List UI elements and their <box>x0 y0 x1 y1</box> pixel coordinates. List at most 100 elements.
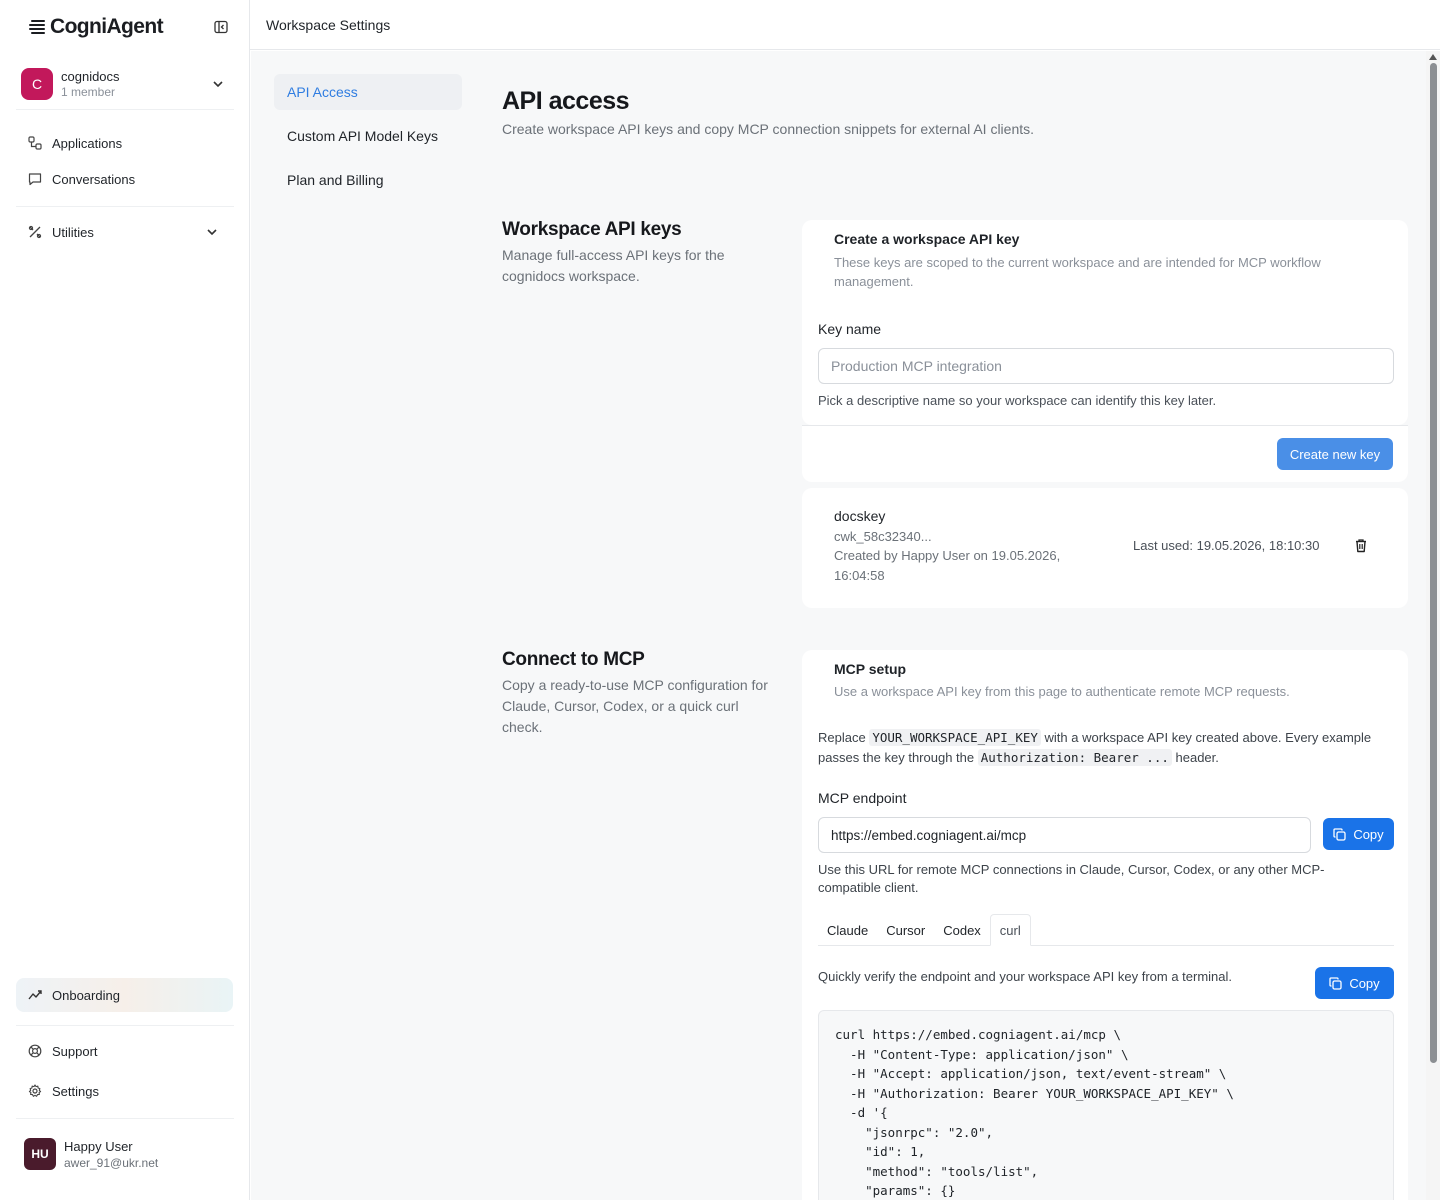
code-line: curl https://embed.cogniagent.ai/mcp \ <box>835 1027 1121 1042</box>
settings-subnav: API Access Custom API Model Keys Plan an… <box>274 74 462 206</box>
client-tabs: Claude Cursor Codex curl <box>818 914 1394 946</box>
replace-text: Replace <box>818 730 866 745</box>
tab-codex[interactable]: Codex <box>934 914 990 946</box>
main-content: API Access Custom API Model Keys Plan an… <box>251 51 1426 1200</box>
copy-icon <box>1329 976 1342 990</box>
sidebar-divider <box>16 1025 234 1026</box>
card-title: MCP setup <box>834 661 907 677</box>
logo[interactable]: CogniAgent <box>28 14 229 40</box>
tab-cursor[interactable]: Cursor <box>877 914 934 946</box>
copy-snippet-button[interactable]: Copy <box>1315 967 1394 999</box>
endpoint-hint: Use this URL for remote MCP connections … <box>818 862 1325 895</box>
mcp-setup-card: MCP setup Use a workspace API key from t… <box>802 650 1408 1200</box>
code-chip-authorization: Authorization: Bearer ... <box>977 749 1172 766</box>
scrollbar-thumb[interactable] <box>1430 63 1437 1063</box>
section-desc-api-keys: Manage full-access API keys for the cogn… <box>502 247 725 284</box>
sidebar-item-label: Conversations <box>52 171 136 187</box>
avatar: HU <box>24 1138 56 1170</box>
sidebar-item-label: Support <box>52 1043 98 1059</box>
applications-icon <box>28 136 42 150</box>
sidebar-item-label: Settings <box>52 1083 99 1099</box>
sidebar-item-support[interactable]: Support <box>16 1033 234 1069</box>
sidebar: CogniAgent C cognidocs 1 member Applicat… <box>0 0 250 1200</box>
page-title: API access <box>502 87 630 115</box>
user-name: Happy User <box>64 1138 133 1154</box>
section-title-mcp: Connect to MCP <box>502 649 645 670</box>
sidebar-item-applications[interactable]: Applications <box>16 125 234 161</box>
utilities-icon <box>28 225 42 239</box>
onboarding-button[interactable]: Onboarding <box>16 978 233 1012</box>
bottom-nav: Support Settings <box>16 1033 234 1109</box>
copy-endpoint-button[interactable]: Copy <box>1323 818 1394 850</box>
create-key-card: Create a workspace API key These keys ar… <box>802 220 1408 425</box>
sidebar-item-utilities[interactable]: Utilities <box>16 214 234 250</box>
card-desc: These keys are scoped to the current wor… <box>834 255 1321 289</box>
replace-text: header. <box>1175 750 1219 765</box>
main-scrollbar[interactable] <box>1426 51 1440 1200</box>
code-line: -H "Authorization: Bearer YOUR_WORKSPACE… <box>835 1085 1234 1101</box>
logo-text: CogniAgent <box>50 15 164 38</box>
copy-label: Copy <box>1353 826 1384 842</box>
curl-hint: Quickly verify the endpoint and your wor… <box>818 969 1233 984</box>
code-line: "method": "tools/list", <box>835 1163 1039 1179</box>
code-line: -H "Accept: application/json, text/event… <box>835 1066 1227 1081</box>
code-line: "params": {} <box>835 1183 956 1198</box>
utilities-nav: Utilities <box>16 214 234 250</box>
subnav-item-custom-api-model-keys[interactable]: Custom API Model Keys <box>274 118 462 154</box>
sidebar-item-conversations[interactable]: Conversations <box>16 161 234 197</box>
scroll-up-arrow-icon[interactable] <box>1429 54 1437 60</box>
tab-curl[interactable]: curl <box>989 914 1031 946</box>
create-new-key-button[interactable]: Create new key <box>1277 438 1393 470</box>
code-line: -d '{ <box>835 1105 888 1120</box>
sidebar-divider <box>16 206 234 207</box>
code-line: "jsonrpc": "2.0", <box>835 1124 994 1140</box>
subnav-item-api-access[interactable]: API Access <box>274 74 462 110</box>
sidebar-item-label: Utilities <box>52 224 94 240</box>
endpoint-field[interactable]: https://embed.cogniagent.ai/mcp <box>818 817 1311 853</box>
key-name-label: Key name <box>818 321 882 337</box>
workspace-name: cognidocs <box>61 68 120 84</box>
key-name-hint: Pick a descriptive name so your workspac… <box>818 393 1217 408</box>
copy-icon <box>1333 827 1346 841</box>
section-desc-mcp: Copy a ready-to-use MCP configuration fo… <box>502 677 768 735</box>
card-desc: Use a workspace API key from this page t… <box>834 684 1290 699</box>
main-nav: Applications Conversations <box>16 125 234 197</box>
trash-icon[interactable] <box>1354 538 1368 553</box>
subnav-item-plan-and-billing[interactable]: Plan and Billing <box>274 162 462 198</box>
api-key-created: Created by Happy User on 19.05.2026, <box>834 548 1061 563</box>
copy-label: Copy <box>1349 975 1380 991</box>
api-key-name: docskey <box>834 508 886 524</box>
section-title-api-keys: Workspace API keys <box>502 219 682 240</box>
tab-claude[interactable]: Claude <box>818 914 877 946</box>
api-key-prefix: cwk_58c32340... <box>834 529 932 544</box>
sidebar-item-settings[interactable]: Settings <box>16 1073 234 1109</box>
collapse-sidebar-icon[interactable] <box>213 19 229 35</box>
card-title: Create a workspace API key <box>834 231 1020 247</box>
lifebuoy-icon <box>28 1044 42 1058</box>
page-subtitle: Create workspace API keys and copy MCP c… <box>502 121 1035 137</box>
workspace-avatar: C <box>21 67 53 100</box>
endpoint-label: MCP endpoint <box>818 790 907 806</box>
onboarding-label: Onboarding <box>52 987 120 1003</box>
page-header-title: Workspace Settings <box>266 16 391 33</box>
user-profile[interactable]: HU Happy User awer_91@ukr.net <box>16 1128 234 1180</box>
sidebar-divider <box>16 1118 234 1119</box>
key-name-input[interactable] <box>818 348 1394 384</box>
api-key-created-time: 16:04:58 <box>834 568 885 583</box>
user-email: awer_91@ukr.net <box>64 1155 159 1170</box>
api-key-item: docskey cwk_58c32340... Created by Happy… <box>802 488 1408 608</box>
api-key-last-used: Last used: 19.05.2026, 18:10:30 <box>1133 538 1320 553</box>
code-line: "id": 1, <box>835 1144 926 1159</box>
workspace-switcher[interactable]: C cognidocs 1 member <box>16 58 234 110</box>
sidebar-item-label: Applications <box>52 135 123 151</box>
code-line: -H "Content-Type: application/json" \ <box>835 1046 1129 1062</box>
top-header: Workspace Settings <box>250 0 1440 50</box>
replace-instructions: Replace YOUR_WORKSPACE_API_KEY with a wo… <box>818 728 1394 768</box>
chevron-down-icon <box>207 229 217 236</box>
workspace-members: 1 member <box>61 84 116 99</box>
curl-code-block[interactable]: curl https://embed.cogniagent.ai/mcp \ -… <box>818 1010 1394 1200</box>
chat-icon <box>28 173 42 186</box>
logo-mark-icon <box>29 20 45 34</box>
trend-icon <box>28 990 42 1000</box>
code-chip-api-key: YOUR_WORKSPACE_API_KEY <box>869 729 1041 746</box>
